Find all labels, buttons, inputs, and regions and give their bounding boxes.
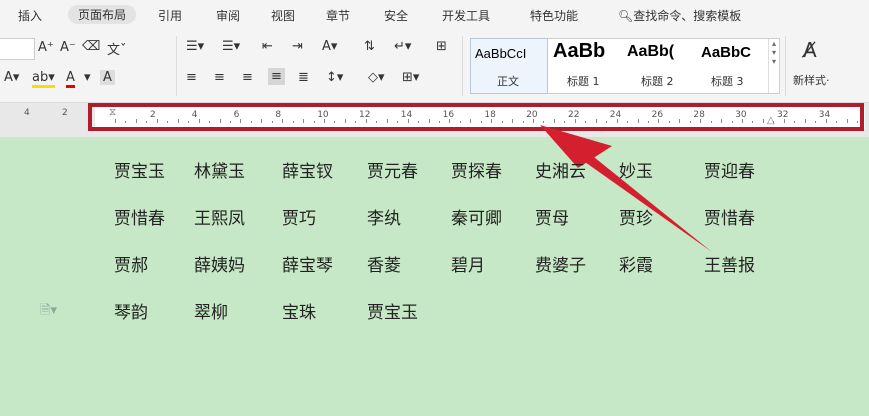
character-name: 贾巧 — [282, 209, 316, 229]
character-name: 贾探春 — [451, 162, 502, 182]
character-name: 秦可卿 — [451, 209, 502, 229]
character-name: 彩霞 — [619, 256, 653, 276]
character-name: 碧月 — [451, 256, 485, 276]
character-name: 林黛玉 — [194, 162, 245, 182]
character-name: 薛宝钗 — [282, 162, 333, 182]
character-name: 贾珍 — [619, 209, 653, 229]
character-name: 贾惜春 — [114, 209, 165, 229]
character-name: 薛宝琴 — [282, 256, 333, 276]
character-name: 妙玉 — [619, 162, 653, 182]
character-name: 王熙凤 — [194, 209, 245, 229]
character-name: 琴韵 — [114, 303, 148, 323]
character-name: 李纨 — [367, 209, 401, 229]
paragraph-options-icon[interactable]: 🗎︎▾ — [40, 301, 57, 323]
character-name: 史湘云 — [535, 162, 586, 182]
character-name: 贾迎春 — [704, 162, 755, 182]
character-name: 贾郝 — [114, 256, 148, 276]
character-name: 费婆子 — [535, 256, 586, 276]
character-name: 贾惜春 — [704, 209, 755, 229]
character-name: 贾宝玉 — [114, 162, 165, 182]
character-name: 贾母 — [535, 209, 569, 229]
character-name: 贾元春 — [367, 162, 418, 182]
character-name: 香菱 — [367, 256, 401, 276]
character-name: 宝珠 — [282, 303, 316, 323]
character-name: 薛姨妈 — [194, 256, 245, 276]
character-name: 贾宝玉 — [367, 303, 418, 323]
character-name: 翠柳 — [194, 303, 228, 323]
character-name: 王善报 — [704, 256, 755, 276]
